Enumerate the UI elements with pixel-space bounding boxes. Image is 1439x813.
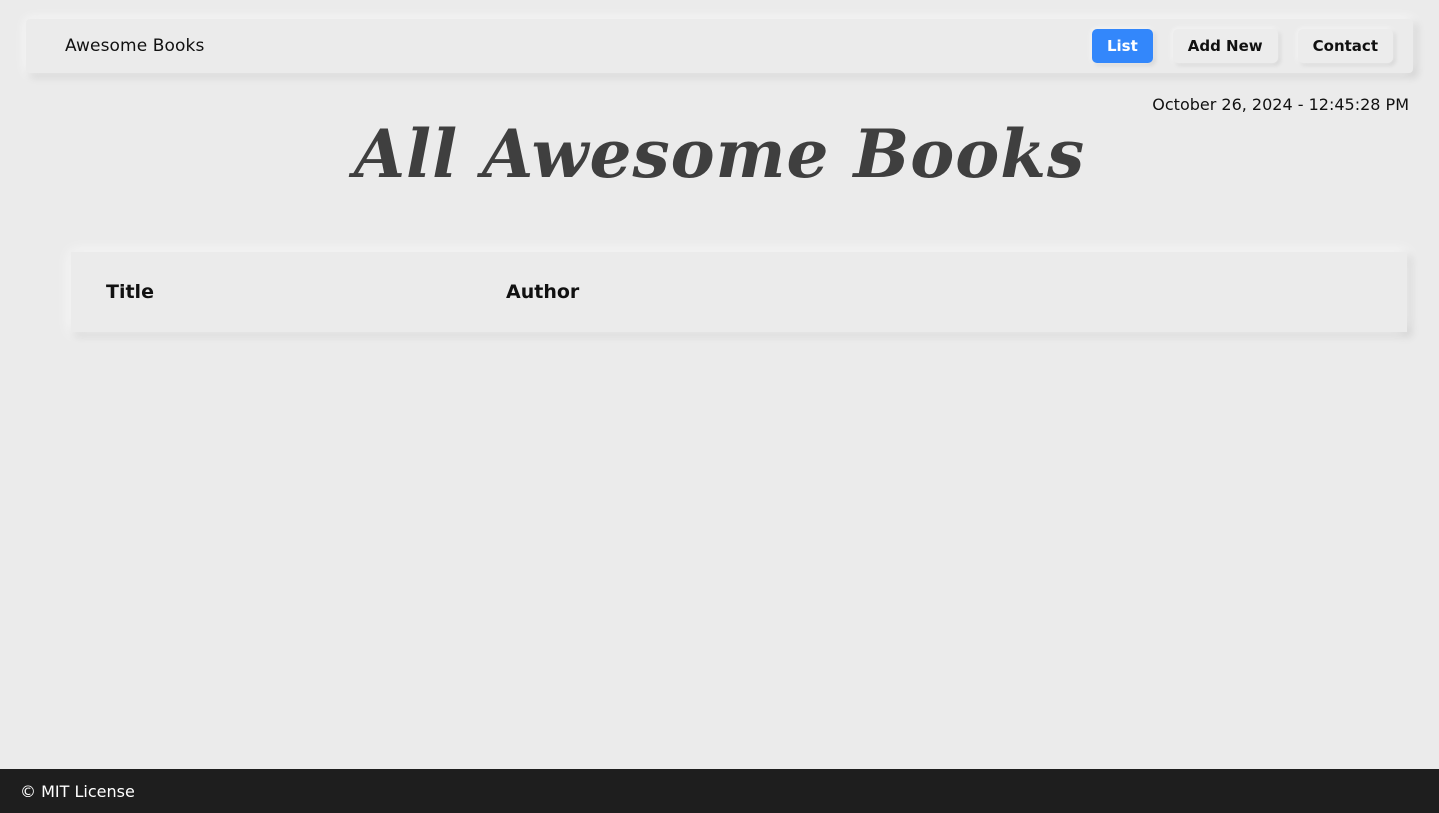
- brand-title: Awesome Books: [65, 36, 205, 56]
- column-header-title: Title: [106, 281, 154, 303]
- books-table-header: Title Author: [71, 252, 1407, 332]
- column-header-author: Author: [506, 281, 580, 303]
- nav-links: List Add New Contact: [1091, 29, 1393, 63]
- navbar: Awesome Books List Add New Contact: [26, 19, 1413, 73]
- nav-add-new-button[interactable]: Add New: [1172, 29, 1278, 63]
- footer: © MIT License: [0, 769, 1439, 813]
- page-title: All Awesome Books: [353, 115, 1086, 193]
- nav-list-button[interactable]: List: [1091, 29, 1153, 63]
- nav-contact-button[interactable]: Contact: [1297, 29, 1393, 63]
- footer-license-text: © MIT License: [20, 781, 135, 801]
- current-datetime: October 26, 2024 - 12:45:28 PM: [1152, 95, 1409, 114]
